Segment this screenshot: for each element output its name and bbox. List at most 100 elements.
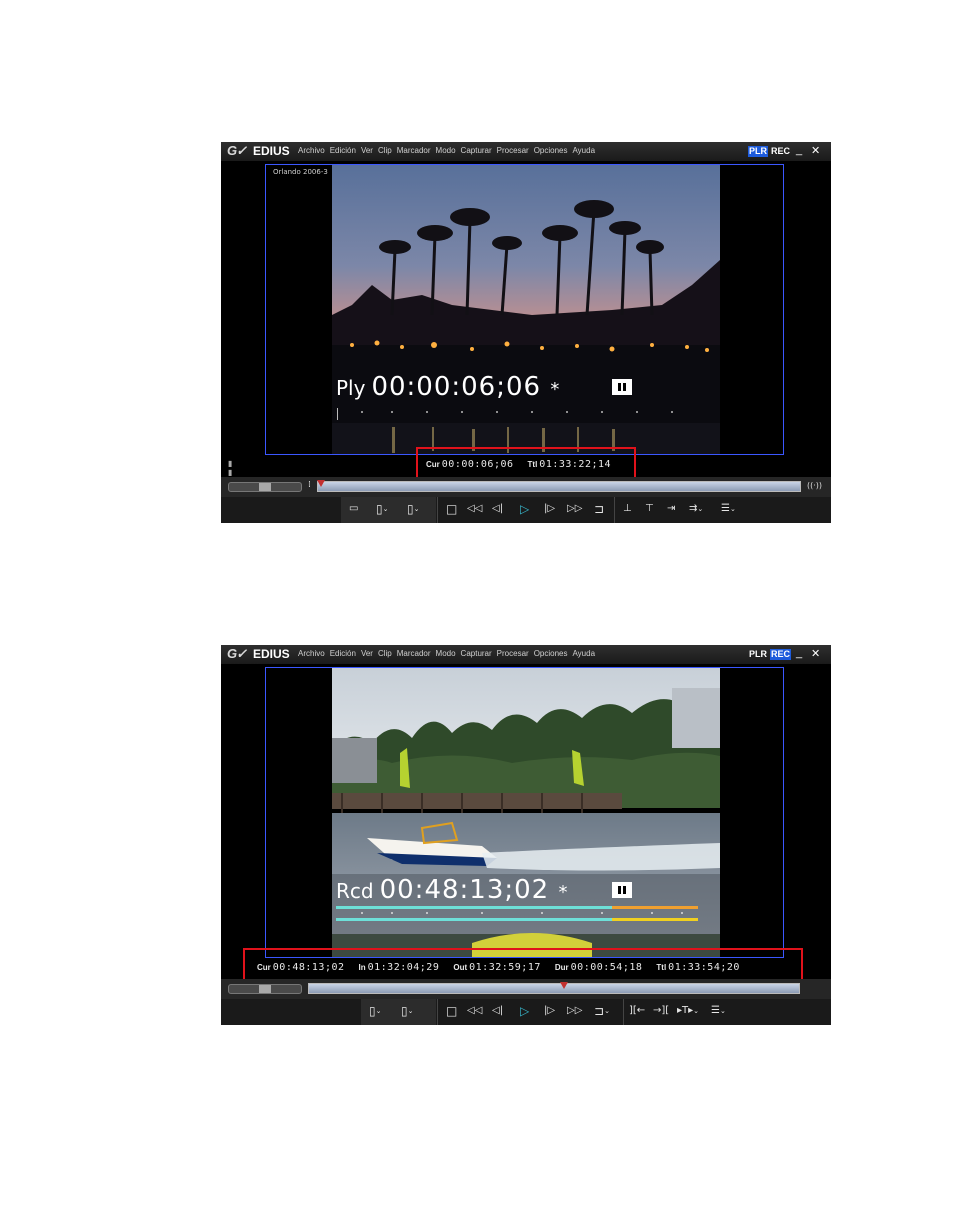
signal-icon: ((·)) — [807, 481, 823, 490]
menu-clip[interactable]: Clip — [378, 649, 392, 658]
audio-meter-icon: ▮ ▮ — [228, 459, 233, 477]
separator — [614, 497, 615, 523]
play-button[interactable]: ▷ — [520, 1003, 529, 1019]
set-in-button[interactable]: ▯⌄ — [369, 1003, 381, 1019]
player-monitor: Orlando 2006-3 Ply 00:00:06;06 * Cur 00:… — [224, 161, 828, 477]
shuttle-knob[interactable] — [259, 483, 271, 491]
app-title: EDIUS — [253, 647, 290, 661]
close-button[interactable]: ✕ — [811, 144, 820, 157]
sunset-palm-image — [332, 165, 720, 454]
fast-forward-button[interactable]: ▷▷ — [567, 501, 582, 517]
plr-mode-button[interactable]: PLR — [748, 649, 768, 660]
shuttle-slider[interactable] — [228, 984, 302, 994]
send-icon[interactable]: ⇉⌄ — [689, 501, 703, 517]
menu-edicion[interactable]: Edición — [330, 649, 356, 658]
menu-procesar[interactable]: Procesar — [497, 649, 529, 658]
add-bin-icon[interactable]: ⇥ — [667, 501, 675, 517]
match-frame-in-icon[interactable]: ][← — [629, 1003, 645, 1019]
transport-controls: ▭ ▯⌄ ▯⌄ □ ◁◁ ◁| ▷ |▷ ▷▷ ⊐ ⊥ ⊤ ⇥ ⇉⌄ ☰⌄ — [221, 497, 831, 523]
speedboat-image — [332, 668, 720, 957]
transport-controls: ▯⌄ ▯⌄ □ ◁◁ ◁| ▷ |▷ ▷▷ ⊐⌄ ][← →][ ▸T▸⌄ ☰⌄ — [221, 999, 831, 1025]
overlay-timecode-value: 00:48:13;02 — [379, 875, 550, 905]
menu-marcador[interactable]: Marcador — [397, 146, 431, 155]
menu-opciones[interactable]: Opciones — [534, 146, 568, 155]
video-frame-boat: Rcd 00:48:13;02 * — [332, 668, 720, 957]
menu-opciones[interactable]: Opciones — [534, 649, 568, 658]
menu-ver[interactable]: Ver — [361, 146, 373, 155]
step-forward-button[interactable]: |▷ — [544, 1003, 555, 1019]
overlay-mode-prefix: Rcd — [336, 879, 374, 903]
rewind-button[interactable]: ◁◁ — [467, 1003, 482, 1019]
loop-button[interactable]: ⊐⌄ — [594, 1003, 610, 1019]
fast-forward-button[interactable]: ▷▷ — [567, 1003, 582, 1019]
match-frame-out-icon[interactable]: →][ — [653, 1003, 669, 1019]
step-back-button[interactable]: ◁| — [492, 1003, 503, 1019]
step-back-button[interactable]: ◁| — [492, 501, 503, 517]
title-bar: G✓ EDIUS Archivo Edición Ver Clip Marcad… — [221, 645, 831, 664]
edius-recorder-window: G✓ EDIUS Archivo Edición Ver Clip Marcad… — [221, 645, 831, 1025]
clip-name: Orlando 2006-3 — [273, 168, 328, 176]
title-bar: G✓ EDIUS Archivo Edición Ver Clip Marcad… — [221, 142, 831, 161]
gv-logo: G✓ — [227, 143, 247, 158]
menu-edicion[interactable]: Edición — [330, 146, 356, 155]
menu-clip[interactable]: Clip — [378, 146, 392, 155]
settings-menu-icon[interactable]: ☰⌄ — [711, 1003, 726, 1019]
menu-bar: Archivo Edición Ver Clip Marcador Modo C… — [298, 649, 595, 658]
edius-player-window: G✓ EDIUS Archivo Edición Ver Clip Marcad… — [221, 142, 831, 523]
shuttle-slider[interactable] — [228, 482, 302, 492]
scrub-bar: ⁞ ((·)) — [221, 477, 831, 497]
video-frame-sunset: Ply 00:00:06;06 * — [332, 165, 720, 454]
minimize-button[interactable]: _ — [796, 144, 802, 156]
overlay-star: * — [550, 379, 561, 400]
menu-capturar[interactable]: Capturar — [461, 649, 492, 658]
separator — [437, 999, 438, 1025]
menu-archivo[interactable]: Archivo — [298, 649, 325, 658]
stop-button[interactable]: □ — [446, 501, 457, 517]
pause-status-icon — [612, 379, 632, 395]
marker-icon: ⁞ — [308, 480, 311, 490]
playhead-marker[interactable] — [559, 982, 568, 989]
minimize-button[interactable]: _ — [796, 647, 802, 659]
overwrite-timeline-icon[interactable]: ⊤ — [645, 501, 654, 517]
gv-logo: G✓ — [227, 646, 247, 661]
menu-marcador[interactable]: Marcador — [397, 649, 431, 658]
menu-procesar[interactable]: Procesar — [497, 146, 529, 155]
step-forward-button[interactable]: |▷ — [544, 501, 555, 517]
position-slider[interactable] — [308, 982, 800, 994]
set-out-button[interactable]: ▯⌄ — [407, 501, 419, 517]
menu-ver[interactable]: Ver — [361, 649, 373, 658]
stop-button[interactable]: □ — [446, 1003, 457, 1019]
insert-timeline-icon[interactable]: ⊥ — [623, 501, 632, 517]
separator — [437, 497, 438, 523]
plr-mode-button[interactable]: PLR — [748, 146, 768, 157]
position-slider[interactable] — [317, 480, 801, 492]
set-out-button[interactable]: ▯⌄ — [401, 1003, 413, 1019]
insert-clip-icon[interactable]: ▸T▸⌄ — [677, 1003, 699, 1019]
highlight-box-timecodes — [243, 948, 803, 983]
menu-capturar[interactable]: Capturar — [461, 146, 492, 155]
menu-modo[interactable]: Modo — [436, 649, 456, 658]
loop-button[interactable]: ⊐ — [594, 501, 604, 517]
menu-options-icon[interactable]: ☰⌄ — [721, 501, 736, 517]
menu-modo[interactable]: Modo — [436, 146, 456, 155]
capture-icon[interactable]: ▭ — [349, 501, 358, 517]
shuttle-knob[interactable] — [259, 985, 271, 993]
pause-status-icon — [612, 882, 632, 898]
playhead-marker[interactable] — [317, 480, 325, 487]
menu-archivo[interactable]: Archivo — [298, 146, 325, 155]
play-button[interactable]: ▷ — [520, 501, 529, 517]
recorder-monitor: Rcd 00:48:13;02 * Cur 00:48:13;02 In 01:32:0… — [224, 664, 828, 978]
overlay-timecode: Rcd 00:48:13;02 * — [336, 875, 568, 905]
menu-ayuda[interactable]: Ayuda — [572, 649, 595, 658]
menu-ayuda[interactable]: Ayuda — [572, 146, 595, 155]
set-in-button[interactable]: ▯⌄ — [376, 501, 388, 517]
separator — [623, 999, 624, 1025]
overlay-timecode: Ply 00:00:06;06 * — [336, 372, 560, 402]
close-button[interactable]: ✕ — [811, 647, 820, 660]
app-title: EDIUS — [253, 144, 290, 158]
rec-mode-button[interactable]: REC — [770, 649, 792, 660]
rewind-button[interactable]: ◁◁ — [467, 501, 482, 517]
overlay-timecode-value: 00:00:06;06 — [371, 372, 542, 402]
rec-mode-button[interactable]: REC — [770, 146, 791, 157]
scrub-bar — [221, 979, 831, 999]
